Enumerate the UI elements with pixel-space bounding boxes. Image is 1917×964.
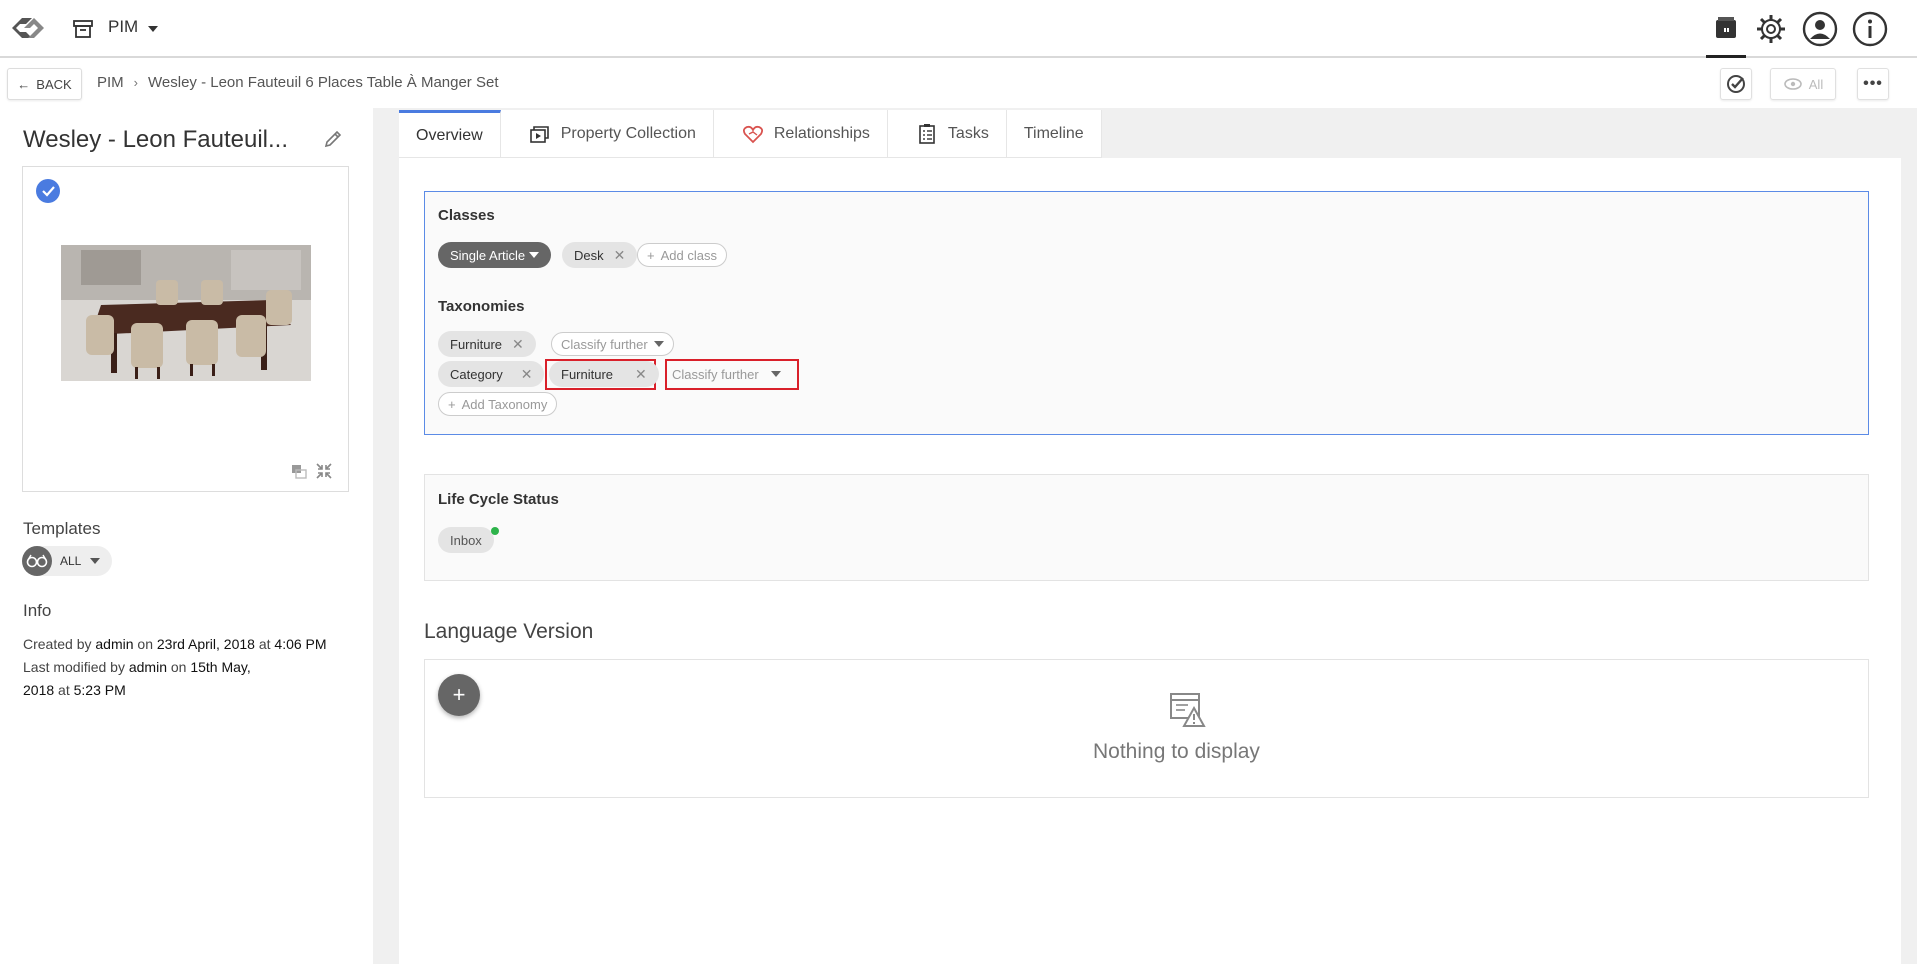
class-chip-desk[interactable]: Desk ✕ bbox=[562, 242, 638, 268]
back-button[interactable]: ← BACK bbox=[7, 68, 82, 100]
info-icon[interactable] bbox=[1851, 10, 1889, 48]
replace-image-icon[interactable] bbox=[290, 462, 308, 480]
handshake-heart-icon bbox=[742, 125, 763, 144]
app-logo-icon[interactable] bbox=[6, 10, 50, 46]
plus-icon: + bbox=[647, 247, 655, 263]
chevron-right-icon: › bbox=[133, 75, 139, 90]
class-chip-single-article[interactable]: Single Article bbox=[438, 242, 552, 268]
chevron-down-icon[interactable] bbox=[529, 252, 540, 258]
tab-relationships[interactable]: Relationships bbox=[714, 110, 888, 158]
selected-check-icon[interactable] bbox=[36, 179, 60, 203]
tab-tasks[interactable]: Tasks bbox=[888, 110, 1007, 158]
add-taxonomy-button[interactable]: + Add Taxonomy bbox=[438, 392, 558, 416]
entity-title: Wesley - Leon Fauteuil... bbox=[23, 126, 289, 153]
templates-label: Templates bbox=[23, 519, 101, 538]
pencil-icon[interactable] bbox=[322, 128, 344, 150]
classes-taxonomies-card: Classes Single Article Desk ✕ + Add clas… bbox=[424, 191, 1869, 435]
breadcrumb-item-pim[interactable]: PIM bbox=[97, 74, 124, 91]
chevron-down-icon bbox=[653, 341, 664, 347]
classify-further-dropdown-sub[interactable]: Classify further bbox=[662, 362, 791, 386]
module-selector[interactable]: PIM bbox=[108, 17, 138, 37]
property-collection-icon bbox=[529, 126, 549, 143]
taxonomy-chip-furniture-sub[interactable]: Furniture ✕ bbox=[549, 361, 659, 387]
templates-value: ALL bbox=[60, 554, 82, 568]
add-class-button[interactable]: + Add class bbox=[637, 243, 727, 267]
classes-title: Classes bbox=[438, 207, 495, 224]
glasses-icon bbox=[22, 546, 52, 576]
collapse-icon[interactable] bbox=[315, 462, 333, 480]
product-image[interactable] bbox=[61, 245, 311, 381]
classify-further-dropdown[interactable]: Classify further bbox=[551, 332, 674, 356]
taxonomy-chip-category[interactable]: Category ✕ bbox=[438, 361, 545, 387]
check-circle-button[interactable] bbox=[1720, 68, 1752, 100]
check-circle-icon bbox=[1727, 75, 1745, 93]
taxonomy-chip-furniture[interactable]: Furniture ✕ bbox=[438, 331, 536, 357]
tab-timeline[interactable]: Timeline bbox=[1007, 110, 1102, 158]
archive-icon[interactable] bbox=[72, 18, 94, 40]
info-label: Info bbox=[23, 601, 52, 620]
view-filter-button[interactable]: All bbox=[1770, 68, 1836, 100]
close-icon[interactable]: ✕ bbox=[635, 366, 647, 383]
empty-warning-icon bbox=[1170, 693, 1206, 727]
arrow-left-icon: ← bbox=[17, 76, 31, 92]
product-box-icon[interactable] bbox=[1707, 10, 1745, 48]
modified-info-cont: 2018 at 5:23 PM bbox=[23, 682, 126, 698]
tab-bar: Overview Property Collection Relationshi… bbox=[399, 110, 1102, 158]
more-dots-icon: ••• bbox=[1863, 75, 1883, 92]
breadcrumb: PIM › Wesley - Leon Fauteuil 6 Places Ta… bbox=[97, 74, 499, 91]
status-dot bbox=[491, 527, 499, 535]
close-icon[interactable]: ✕ bbox=[614, 247, 626, 264]
breadcrumb-item-current: Wesley - Leon Fauteuil 6 Places Table À … bbox=[148, 74, 499, 91]
sub-header: ← BACK PIM › Wesley - Leon Fauteuil 6 Pl… bbox=[0, 60, 1917, 108]
image-box bbox=[22, 166, 349, 492]
modified-info: Last modified by admin on 15th May, bbox=[23, 659, 251, 675]
close-icon[interactable]: ✕ bbox=[512, 336, 524, 353]
language-version-title: Language Version bbox=[424, 620, 594, 643]
created-info: Created by admin on 23rd April, 2018 at … bbox=[23, 636, 327, 652]
top-bar: PIM bbox=[0, 0, 1917, 58]
taxonomies-title: Taxonomies bbox=[438, 298, 525, 315]
more-options-button[interactable]: ••• bbox=[1857, 68, 1889, 100]
chevron-down-icon bbox=[90, 558, 100, 564]
user-profile-icon[interactable] bbox=[1801, 10, 1839, 48]
gear-icon[interactable] bbox=[1752, 10, 1790, 48]
clipboard-list-icon bbox=[919, 124, 935, 144]
active-indicator bbox=[1706, 55, 1746, 58]
chevron-down-icon[interactable] bbox=[148, 26, 158, 32]
eye-icon bbox=[1783, 78, 1802, 90]
close-icon[interactable]: ✕ bbox=[521, 366, 533, 383]
left-panel: Wesley - Leon Fauteuil... Templates ALL … bbox=[0, 108, 373, 964]
status-chip-inbox[interactable]: Inbox bbox=[438, 527, 494, 553]
language-version-card bbox=[424, 659, 1869, 798]
add-language-button[interactable]: + bbox=[438, 674, 480, 716]
lifecycle-title: Life Cycle Status bbox=[438, 491, 559, 508]
chevron-down-icon bbox=[770, 371, 781, 377]
tab-overview[interactable]: Overview bbox=[399, 110, 501, 158]
lifecycle-card: Life Cycle Status Inbox bbox=[424, 474, 1869, 581]
empty-state-text: Nothing to display bbox=[1093, 740, 1260, 763]
plus-icon: + bbox=[448, 396, 456, 412]
templates-selector[interactable]: ALL bbox=[22, 546, 112, 576]
tab-property-collection[interactable]: Property Collection bbox=[501, 110, 714, 158]
